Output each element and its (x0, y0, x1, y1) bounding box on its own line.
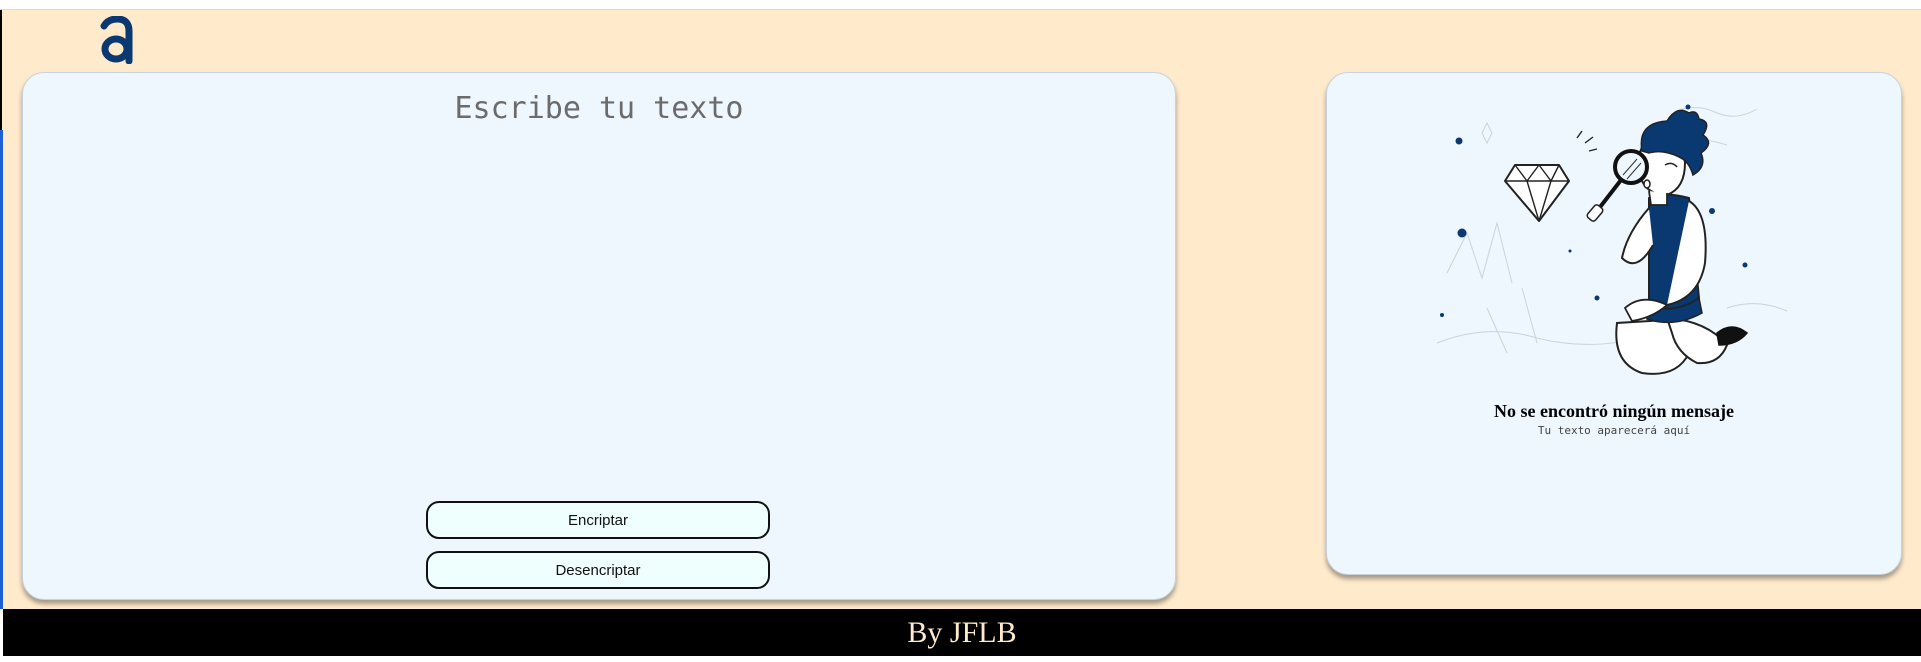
left-edge-accent (0, 130, 3, 609)
logo-icon[interactable] (98, 15, 136, 65)
output-card: No se encontró ningún mensaje Tu texto a… (1326, 72, 1902, 575)
empty-message-subtitle: Tu texto aparecerá aquí (1537, 424, 1691, 437)
person-magnifier-illustration (1427, 83, 1797, 388)
empty-message-title: No se encontró ningún mensaje (1493, 401, 1734, 421)
encrypt-button[interactable]: Encriptar (426, 501, 770, 539)
footer: By JFLB (3, 609, 1921, 656)
message-input[interactable] (53, 91, 1145, 471)
footer-credit: By JFLB (907, 615, 1017, 649)
top-strip (0, 0, 1921, 10)
left-edge (0, 10, 2, 130)
input-card: Encriptar Desencriptar (22, 72, 1176, 600)
decrypt-button[interactable]: Desencriptar (426, 551, 770, 589)
